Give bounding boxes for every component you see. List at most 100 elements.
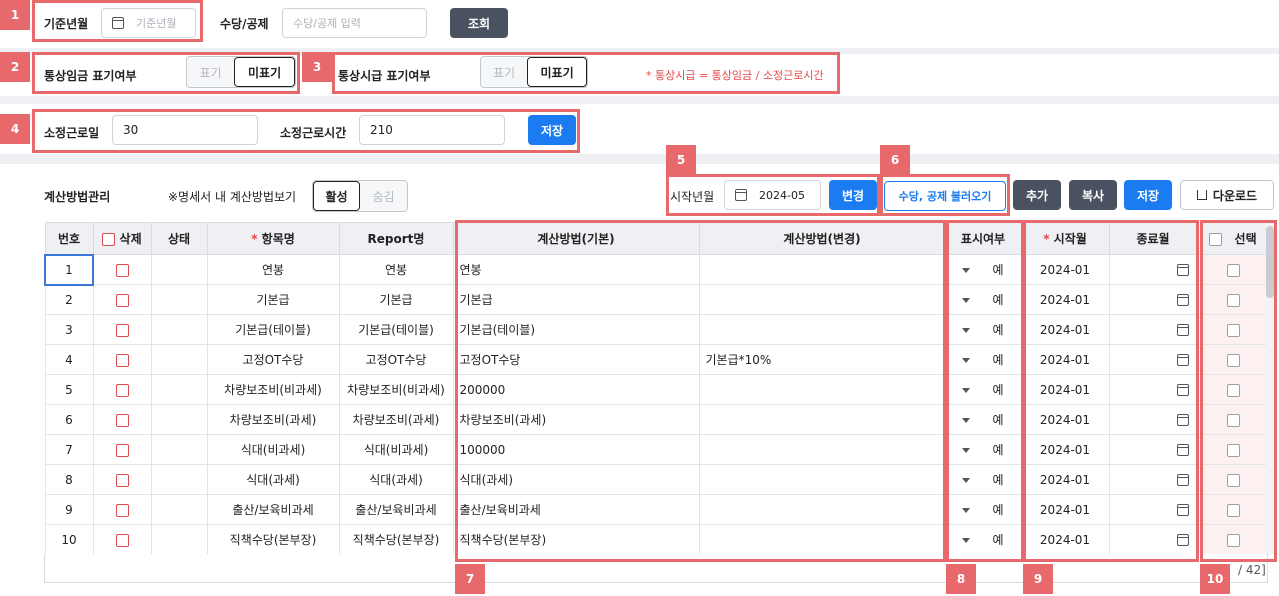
add-button[interactable]: 추가 — [1013, 180, 1061, 210]
row-method-base[interactable]: 식대(과세) — [452, 464, 700, 495]
row-item-name[interactable]: 차량보조비(비과세) — [206, 374, 340, 405]
row-delete-cell[interactable] — [92, 404, 152, 435]
row-delete-checkbox[interactable] — [115, 263, 129, 277]
table-row[interactable]: 2 기본급 기본급 기본급 예 2024-01 — [44, 284, 1270, 315]
row-start-month[interactable]: 2024-01 — [1020, 344, 1110, 375]
row-item-name[interactable]: 출산/보육비과세 — [206, 494, 340, 525]
row-delete-checkbox[interactable] — [115, 533, 129, 547]
row-select-cell[interactable] — [1196, 314, 1270, 345]
row-method-base[interactable]: 차량보조비(과세) — [452, 404, 700, 435]
row-select-cell[interactable] — [1196, 374, 1270, 405]
row-select-checkbox[interactable] — [1226, 533, 1240, 547]
ordinary-wage-toggle[interactable]: 표기 미표기 — [186, 56, 296, 88]
row-method-base[interactable]: 100000 — [452, 434, 700, 465]
row-select-checkbox[interactable] — [1226, 353, 1240, 367]
row-start-month[interactable]: 2024-01 — [1020, 524, 1110, 555]
table-row[interactable]: 3 기본급(테이블) 기본급(테이블) 기본급(테이블) 예 2024-01 — [44, 314, 1270, 345]
row-item-name[interactable]: 연봉 — [206, 254, 340, 285]
row-item-name[interactable]: 기본급 — [206, 284, 340, 315]
ordinary-hourly-option-hide[interactable]: 미표기 — [527, 57, 587, 87]
delete-all-checkbox[interactable] — [102, 233, 116, 246]
row-delete-checkbox[interactable] — [115, 353, 129, 367]
row-delete-checkbox[interactable] — [115, 413, 129, 427]
row-display-select[interactable]: 예 — [944, 434, 1022, 465]
row-report-name[interactable]: 기본급(테이블) — [338, 314, 454, 345]
row-method-base[interactable]: 고정OT수당 — [452, 344, 700, 375]
row-item-name[interactable]: 차량보조비(과세) — [206, 404, 340, 435]
row-start-month[interactable]: 2024-01 — [1020, 434, 1110, 465]
row-start-month[interactable]: 2024-01 — [1020, 494, 1110, 525]
table-row[interactable]: 4 고정OT수당 고정OT수당 고정OT수당 기본급*10% 예 2024-01 — [44, 344, 1270, 375]
row-delete-checkbox[interactable] — [115, 383, 129, 397]
view-option-active[interactable]: 활성 — [313, 181, 361, 211]
row-report-name[interactable]: 기본급 — [338, 284, 454, 315]
row-select-checkbox[interactable] — [1226, 503, 1240, 517]
copy-button[interactable]: 복사 — [1069, 180, 1117, 210]
row-delete-cell[interactable] — [92, 254, 152, 285]
row-method-base[interactable]: 기본급(테이블) — [452, 314, 700, 345]
row-select-checkbox[interactable] — [1226, 293, 1240, 307]
row-method-change[interactable]: 기본급*10% — [698, 344, 946, 375]
row-select-checkbox[interactable] — [1226, 263, 1240, 277]
table-row[interactable]: 1 연봉 연봉 연봉 예 2024-01 — [44, 253, 1270, 286]
work-days-input[interactable]: 30 — [112, 115, 258, 145]
row-select-cell[interactable] — [1196, 404, 1270, 435]
row-start-month[interactable]: 2024-01 — [1020, 374, 1110, 405]
search-button[interactable]: 조회 — [450, 8, 508, 38]
header-delete[interactable]: 삭제 — [92, 222, 152, 255]
row-select-cell[interactable] — [1196, 494, 1270, 525]
row-method-change[interactable] — [698, 434, 946, 465]
row-select-checkbox[interactable] — [1226, 383, 1240, 397]
row-method-base[interactable]: 직책수당(본부장) — [452, 524, 700, 555]
row-report-name[interactable]: 식대(비과세) — [338, 434, 454, 465]
row-method-change[interactable] — [698, 524, 946, 555]
row-method-base[interactable]: 200000 — [452, 374, 700, 405]
row-delete-cell[interactable] — [92, 524, 152, 555]
row-method-change[interactable] — [698, 254, 946, 285]
row-display-select[interactable]: 예 — [944, 464, 1022, 495]
row-select-cell[interactable] — [1196, 464, 1270, 495]
row-report-name[interactable]: 직책수당(본부장) — [338, 524, 454, 555]
header-select[interactable]: 선택 — [1196, 222, 1270, 255]
row-item-name[interactable]: 식대(비과세) — [206, 434, 340, 465]
toolbar-save-button[interactable]: 저장 — [1124, 180, 1172, 210]
row-report-name[interactable]: 출산/보육비과세 — [338, 494, 454, 525]
row-end-month[interactable] — [1108, 374, 1198, 405]
row-method-change[interactable] — [698, 464, 946, 495]
calendar-icon[interactable] — [1176, 533, 1189, 546]
row-end-month[interactable] — [1108, 314, 1198, 345]
row-end-month[interactable] — [1108, 464, 1198, 495]
row-end-month[interactable] — [1108, 404, 1198, 435]
row-method-change[interactable] — [698, 374, 946, 405]
row-report-name[interactable]: 차량보조비(비과세) — [338, 374, 454, 405]
calendar-icon[interactable] — [1176, 323, 1189, 336]
row-select-cell[interactable] — [1196, 524, 1270, 555]
row-method-change[interactable] — [698, 284, 946, 315]
row-start-month[interactable]: 2024-01 — [1020, 464, 1110, 495]
row-method-change[interactable] — [698, 404, 946, 435]
ordinary-hourly-option-show[interactable]: 표기 — [481, 57, 528, 87]
row-report-name[interactable]: 차량보조비(과세) — [338, 404, 454, 435]
row-end-month[interactable] — [1108, 524, 1198, 555]
row-method-base[interactable]: 출산/보육비과세 — [452, 494, 700, 525]
calendar-icon[interactable] — [1176, 353, 1189, 366]
ordinary-hourly-toggle[interactable]: 표기 미표기 — [480, 56, 588, 88]
work-hours-input[interactable]: 210 — [359, 115, 505, 145]
table-row[interactable]: 10 직책수당(본부장) 직책수당(본부장) 직책수당(본부장) 예 2024-01 — [44, 524, 1270, 555]
row-method-base[interactable]: 기본급 — [452, 284, 700, 315]
row-display-select[interactable]: 예 — [944, 254, 1022, 285]
row-start-month[interactable]: 2024-01 — [1020, 254, 1110, 285]
row-select-cell[interactable] — [1196, 434, 1270, 465]
import-allowance-button[interactable]: 수당, 공제 불러오기 — [884, 181, 1006, 211]
row-display-select[interactable]: 예 — [944, 314, 1022, 345]
calendar-icon[interactable] — [1176, 473, 1189, 486]
row-delete-cell[interactable] — [92, 284, 152, 315]
row-display-select[interactable]: 예 — [944, 524, 1022, 555]
row-delete-cell[interactable] — [92, 464, 152, 495]
row-start-month[interactable]: 2024-01 — [1020, 404, 1110, 435]
row-select-checkbox[interactable] — [1226, 473, 1240, 487]
row-display-select[interactable]: 예 — [944, 374, 1022, 405]
row-start-month[interactable]: 2024-01 — [1020, 284, 1110, 315]
row-item-name[interactable]: 식대(과세) — [206, 464, 340, 495]
row-select-cell[interactable] — [1196, 344, 1270, 375]
